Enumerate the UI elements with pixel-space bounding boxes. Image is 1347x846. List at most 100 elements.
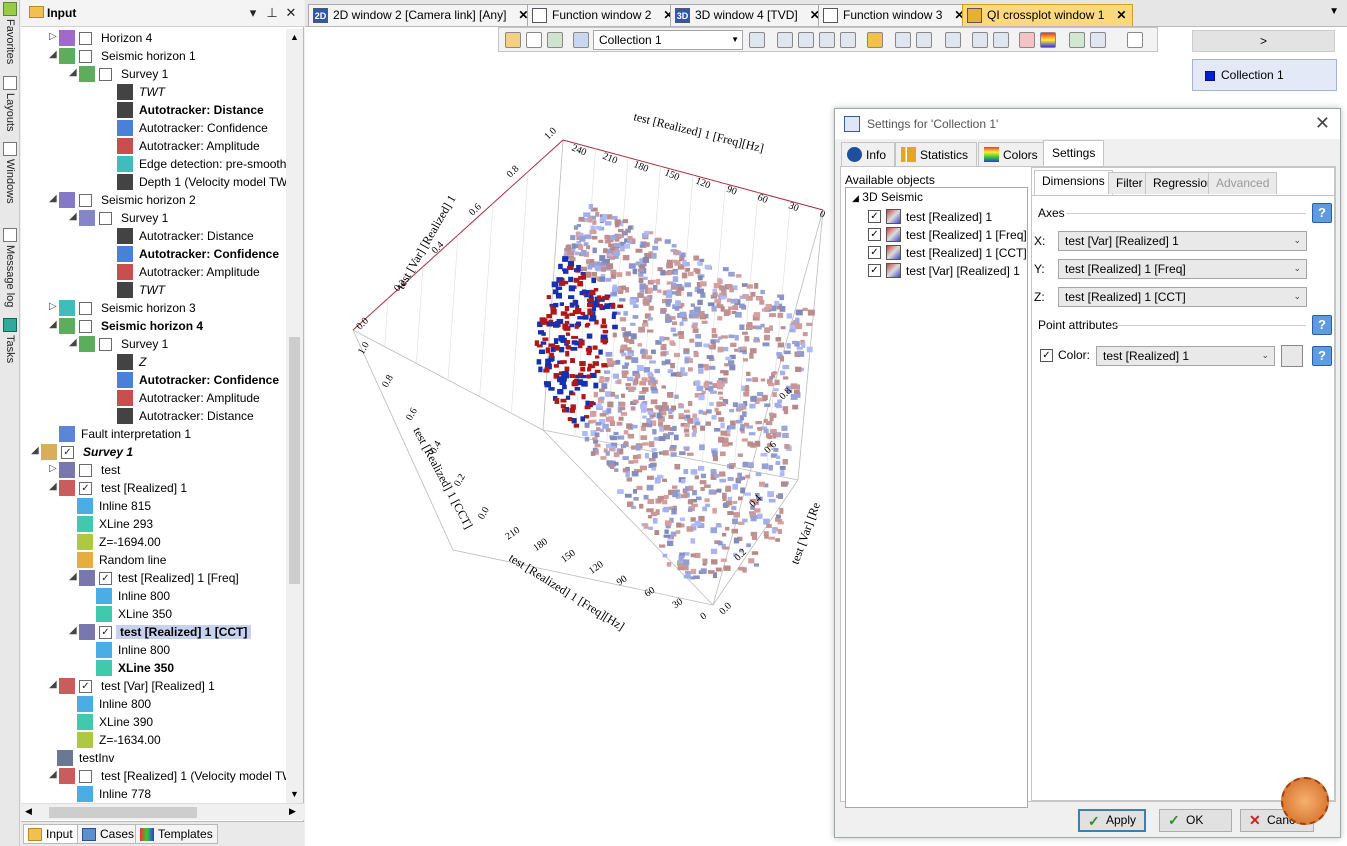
collapse-icon[interactable]: ◢ [49, 769, 59, 780]
panel-menu-button[interactable]: ▾ [245, 5, 261, 21]
tab-list-dropdown-icon[interactable]: ▼ [1329, 6, 1339, 17]
tree-node[interactable]: XLine 293 [21, 515, 286, 533]
object-checkbox[interactable]: ✓ [868, 246, 881, 259]
tool-icon[interactable] [1090, 32, 1106, 48]
available-object-item[interactable]: ✓ test [Var] [Realized] 1 [868, 262, 1028, 280]
tree-node-checkbox[interactable] [79, 770, 92, 783]
crossplot-3d-view[interactable]: 240 210 180 150 120 90 60 30 0 test [Realized] 1 … [343, 100, 843, 645]
tree-node-checkbox[interactable]: ✓ [79, 482, 92, 495]
tool-icon[interactable] [895, 32, 911, 48]
scroll-up-icon[interactable]: ▲ [290, 32, 299, 42]
tool-icon[interactable] [916, 32, 932, 48]
scroll-thumb[interactable] [289, 337, 300, 584]
point-attributes-help-button[interactable]: ? [1312, 315, 1332, 335]
available-object-item[interactable]: ✓ test [Realized] 1 [868, 208, 1028, 226]
tree-node[interactable]: XLine 350 [21, 605, 286, 623]
collapse-icon[interactable]: ◢ [69, 211, 79, 222]
view-eye-icon[interactable] [547, 32, 563, 48]
tree-node-checkbox[interactable]: ✓ [79, 680, 92, 693]
tree-node[interactable]: ◢ Seismic horizon 2 [21, 191, 286, 209]
close-tab-icon[interactable]: ✕ [1116, 8, 1126, 22]
toggle-2d-3d-icon[interactable] [867, 32, 883, 48]
collapse-icon[interactable]: ◢ [69, 337, 79, 348]
legend-expand-button[interactable]: > [1192, 30, 1335, 52]
window-tab[interactable]: 2D 2D window 2 [Camera link] [Any] ✕ [308, 4, 536, 26]
tree-node[interactable]: XLine 390 [21, 713, 286, 731]
ok-button[interactable]: ✓ OK [1159, 809, 1232, 832]
scroll-right-icon[interactable]: ▶ [289, 806, 296, 817]
tree-node-checkbox[interactable] [79, 320, 92, 333]
tree-node[interactable]: ◢ ✓ test [Realized] 1 [CCT] [21, 623, 286, 641]
tree-node-checkbox[interactable] [99, 338, 112, 351]
tab-input[interactable]: Input [23, 824, 78, 844]
tree-node-checkbox[interactable] [99, 212, 112, 225]
axes-help-button[interactable]: ? [1312, 203, 1332, 223]
tree-node-checkbox[interactable] [79, 50, 92, 63]
tree-node[interactable]: Autotracker: Amplitude [21, 263, 286, 281]
tree-node[interactable]: XLine 350 [21, 659, 286, 677]
tree-node[interactable]: ◢ Survey 1 [21, 335, 286, 353]
tree-node[interactable]: Autotracker: Distance [21, 227, 286, 245]
collapse-icon[interactable]: ◢ [31, 445, 41, 456]
expand-icon[interactable]: ▷ [49, 463, 59, 474]
pin-button[interactable]: ⊥ [264, 5, 280, 21]
window-tab[interactable]: 3D 3D window 4 [TVD] ✕ [670, 4, 827, 26]
close-dialog-button[interactable]: ✕ [1315, 113, 1330, 134]
scroll-thumb[interactable] [49, 807, 197, 818]
tree-node[interactable]: Autotracker: Distance [21, 101, 286, 119]
collapse-icon[interactable]: ◢ [49, 193, 59, 204]
color-attribute-select[interactable]: test [Realized] 1 ⌄ [1096, 346, 1275, 366]
window-tab[interactable]: Function window 3 ✕ [818, 4, 972, 26]
available-root[interactable]: ◢ 3D Seismic [852, 190, 923, 204]
tree-node[interactable]: Autotracker: Confidence [21, 119, 286, 137]
tool-icon[interactable] [840, 32, 856, 48]
tool-icon[interactable] [945, 32, 961, 48]
expand-icon[interactable]: ▷ [49, 301, 59, 312]
window-tab[interactable]: Function window 2 ✕ [527, 4, 681, 26]
color-help-button[interactable]: ? [1312, 346, 1332, 366]
color-checkbox[interactable]: ✓ [1040, 349, 1053, 362]
tree-node[interactable]: ◢ ✓ test [Realized] 1 [Freq] [21, 569, 286, 587]
collapse-icon[interactable]: ◢ [69, 625, 79, 636]
expand-icon[interactable]: ▷ [49, 31, 59, 42]
tree-node[interactable]: ◢ Survey 1 [21, 209, 286, 227]
tree-node[interactable]: Inline 800 [21, 695, 286, 713]
tree-node[interactable]: ◢ Seismic horizon 4 [21, 317, 286, 335]
tool-icon[interactable] [798, 32, 814, 48]
side-tab-favorites[interactable]: Favorites [1, 2, 19, 64]
side-tab-tasks[interactable]: Tasks [1, 318, 19, 363]
tree-node[interactable]: Z=-1634.00 [21, 731, 286, 749]
tree-horizontal-scrollbar[interactable]: ◀ ▶ [21, 803, 304, 820]
tab-cases[interactable]: Cases [77, 824, 140, 844]
tool-icon[interactable] [972, 32, 988, 48]
legend-collection[interactable]: Collection 1 [1192, 59, 1337, 91]
tree-node-checkbox[interactable]: ✓ [99, 626, 112, 639]
tab-info[interactable]: Info [841, 142, 896, 166]
tree-node[interactable]: ◢ ✓ test [Realized] 1 [21, 479, 286, 497]
tree-node[interactable]: Inline 800 [21, 641, 286, 659]
tree-node[interactable]: Autotracker: Confidence [21, 371, 286, 389]
collapse-icon[interactable]: ◢ [69, 67, 79, 78]
eye-icon[interactable] [1019, 32, 1035, 48]
tree-node[interactable]: TWT [21, 83, 286, 101]
tree-vertical-scrollbar[interactable]: ▲ ▼ [286, 29, 303, 803]
object-checkbox[interactable]: ✓ [868, 210, 881, 223]
collapse-icon[interactable]: ◢ [852, 193, 859, 203]
close-panel-button[interactable]: ✕ [283, 5, 299, 21]
pan-hand-icon[interactable] [505, 32, 521, 48]
check-icon[interactable] [1069, 32, 1085, 48]
pin-icon[interactable] [1127, 32, 1143, 48]
x-axis-select[interactable]: test [Var] [Realized] 1 ⌄ [1058, 231, 1307, 251]
available-object-item[interactable]: ✓ test [Realized] 1 [CCT] [868, 244, 1028, 262]
tab-templates[interactable]: Templates [135, 824, 218, 844]
tree-node[interactable]: Autotracker: Amplitude [21, 389, 286, 407]
tree-node[interactable]: ▷ Seismic horizon 3 [21, 299, 286, 317]
color-settings-icon[interactable] [1281, 345, 1303, 367]
tree-node[interactable]: ▷ Horizon 4 [21, 29, 286, 47]
tree-node[interactable]: Z [21, 353, 286, 371]
collapse-icon[interactable]: ◢ [49, 481, 59, 492]
tool-icon[interactable] [777, 32, 793, 48]
scroll-down-icon[interactable]: ▼ [290, 789, 299, 799]
tree-node[interactable]: ◢ ✓ test [Var] [Realized] 1 [21, 677, 286, 695]
tree-node[interactable]: ◢ Survey 1 [21, 65, 286, 83]
